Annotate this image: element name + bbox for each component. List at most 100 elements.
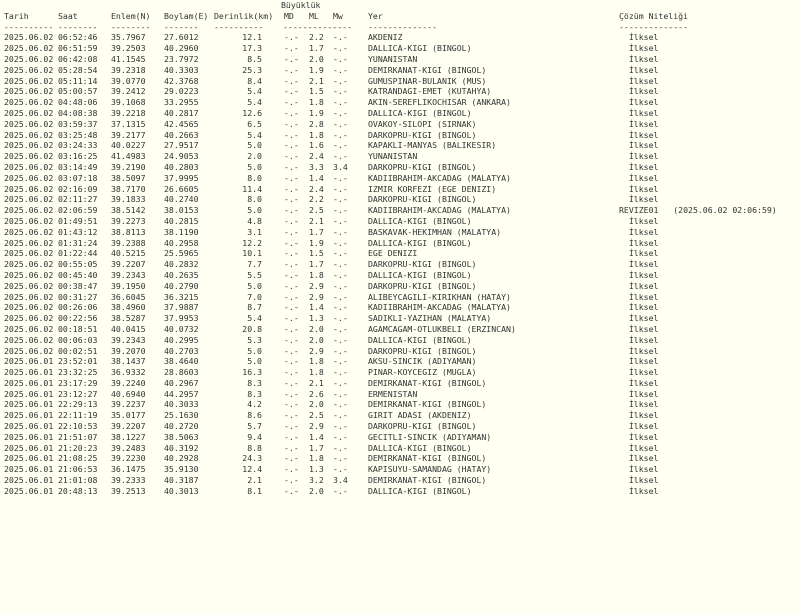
cell-ml-magnitude: 2.2 (309, 194, 324, 205)
cell-location: AKSU-SINCIK (ADIYAMAN) (368, 356, 477, 367)
cell-depth: 10.1 (242, 248, 262, 259)
cell-ml-magnitude: 2.1 (309, 75, 324, 86)
cell-depth: 12.4 (242, 464, 262, 475)
cell-time: 02:16:09 (58, 183, 98, 194)
cell-time: 04:48:06 (58, 97, 98, 108)
cell-time: 04:08:38 (58, 107, 98, 118)
cell-ml-magnitude: 2.0 (309, 334, 324, 345)
earthquake-row: 2025.06.01 22:29:13 39.2237 40.3033 4.2 … (0, 399, 800, 410)
cell-md-magnitude: -.- (284, 323, 299, 334)
cell-ml-magnitude: 2.9 (309, 291, 324, 302)
cell-location: PINAR-KOYCEGIZ (MUGLA) (368, 367, 477, 378)
cell-depth: 5.5 (247, 269, 262, 280)
cell-solution-quality: İlksel (619, 291, 659, 302)
earthquake-row: 2025.06.02 00:02:51 39.2070 40.2703 5.0 … (0, 346, 800, 357)
cell-md-magnitude: -.- (284, 410, 299, 421)
earthquake-row: 2025.06.02 06:52:46 35.7967 27.6012 12.1… (0, 32, 800, 43)
cell-mw-magnitude: -.- (333, 75, 348, 86)
cell-longitude: 44.2957 (164, 388, 199, 399)
cell-date: 2025.06.01 (4, 464, 54, 475)
cell-mw-magnitude: -.- (333, 129, 348, 140)
cell-md-magnitude: -.- (284, 464, 299, 475)
cell-mw-magnitude: -.- (333, 313, 348, 324)
cell-location: ERMENISTAN (368, 388, 418, 399)
cell-longitude: 40.2958 (164, 237, 199, 248)
cell-date: 2025.06.02 (4, 248, 54, 259)
cell-latitude: 36.6045 (111, 291, 146, 302)
cell-depth: 8.3 (247, 377, 262, 388)
cell-date: 2025.06.02 (4, 269, 54, 280)
cell-location: ALIBEYCAGILI-KIRIKHAN (HATAY) (368, 291, 511, 302)
cell-mw-magnitude: -.- (333, 431, 348, 442)
cell-longitude: 40.2815 (164, 215, 199, 226)
cell-ml-magnitude: 1.4 (309, 431, 324, 442)
cell-depth: 4.2 (247, 399, 262, 410)
cell-md-magnitude: -.- (284, 377, 299, 388)
cell-location: DARKOPRU-KIGI (BINGOL) (368, 129, 477, 140)
cell-latitude: 39.2218 (111, 107, 146, 118)
cell-longitude: 38.5063 (164, 431, 199, 442)
earthquake-row: 2025.06.02 05:00:57 39.2412 29.0223 5.4 … (0, 86, 800, 97)
cell-time: 02:11:27 (58, 194, 98, 205)
cell-depth: 5.3 (247, 334, 262, 345)
cell-ml-magnitude: 2.9 (309, 345, 324, 356)
header-depth: Derinlik(km) (214, 10, 274, 21)
cell-latitude: 35.7967 (111, 32, 146, 43)
cell-latitude: 39.2190 (111, 161, 146, 172)
cell-solution-quality: İlksel (619, 226, 659, 237)
table-header-underline: ---------- -------- -------- ------- ---… (0, 22, 800, 33)
earthquake-row: 2025.06.01 22:11:19 35.0177 25.1630 8.6 … (0, 410, 800, 421)
earthquake-row: 2025.06.01 23:32:25 36.9332 28.8603 16.3… (0, 367, 800, 378)
cell-ml-magnitude: 1.6 (309, 140, 324, 151)
cell-location: SADIKLI-YAZIHAN (MALATYA) (368, 313, 492, 324)
cell-ml-magnitude: 1.8 (309, 129, 324, 140)
cell-mw-magnitude: -.- (333, 64, 348, 75)
cell-solution-quality: İlksel (619, 237, 659, 248)
cell-date: 2025.06.01 (4, 475, 54, 486)
cell-longitude: 40.2720 (164, 421, 199, 432)
cell-ml-magnitude: 1.4 (309, 172, 324, 183)
cell-solution-quality: İlksel (619, 259, 659, 270)
earthquake-row: 2025.06.01 21:01:08 39.2333 40.3187 2.1 … (0, 475, 800, 486)
cell-time: 00:55:05 (58, 259, 98, 270)
cell-solution-quality: İlksel (619, 367, 659, 378)
cell-longitude: 37.9953 (164, 313, 199, 324)
cell-md-magnitude: -.- (284, 345, 299, 356)
cell-location: KADIIBRAHIM-AKCADAG (MALATYA) (368, 172, 511, 183)
cell-ml-magnitude: 1.9 (309, 64, 324, 75)
cell-depth: 8.7 (247, 302, 262, 313)
cell-time: 00:18:51 (58, 323, 98, 334)
cell-md-magnitude: -.- (284, 302, 299, 313)
cell-mw-magnitude: -.- (333, 237, 348, 248)
cell-time: 01:43:12 (58, 226, 98, 237)
cell-time: 03:25:48 (58, 129, 98, 140)
cell-date: 2025.06.01 (4, 399, 54, 410)
header-solution-quality: Çözüm Niteliği (619, 10, 689, 21)
earthquake-row: 2025.06.01 23:17:29 39.2240 40.2967 8.3 … (0, 378, 800, 389)
cell-mw-magnitude: -.- (333, 183, 348, 194)
cell-md-magnitude: -.- (284, 280, 299, 291)
cell-ml-magnitude: 1.8 (309, 367, 324, 378)
cell-ml-magnitude: 2.9 (309, 280, 324, 291)
cell-ml-magnitude: 1.7 (309, 259, 324, 270)
cell-md-magnitude: -.- (284, 291, 299, 302)
cell-depth: 8.6 (247, 410, 262, 421)
cell-longitude: 40.2817 (164, 107, 199, 118)
cell-location: AKDENIZ (368, 32, 403, 43)
cell-date: 2025.06.02 (4, 313, 54, 324)
cell-mw-magnitude: -.- (333, 140, 348, 151)
earthquake-report: Büyüklük Tarih Saat Enlem(N) Boylam(E) D… (0, 0, 800, 497)
cell-latitude: 38.5097 (111, 172, 146, 183)
cell-md-magnitude: -.- (284, 431, 299, 442)
cell-md-magnitude: -.- (284, 226, 299, 237)
cell-depth: 5.4 (247, 129, 262, 140)
cell-solution-quality: İlksel (619, 399, 659, 410)
header-latitude: Enlem(N) (111, 10, 151, 21)
cell-mw-magnitude: -.- (333, 172, 348, 183)
cell-ml-magnitude: 2.0 (309, 53, 324, 64)
cell-mw-magnitude: -.- (333, 32, 348, 43)
cell-solution-quality: İlksel (619, 388, 659, 399)
page: { "page": { "background_color": "#fffff2… (0, 0, 800, 497)
earthquake-row: 2025.06.02 00:26:06 38.4960 37.9887 8.7 … (0, 302, 800, 313)
cell-mw-magnitude: -.- (333, 291, 348, 302)
